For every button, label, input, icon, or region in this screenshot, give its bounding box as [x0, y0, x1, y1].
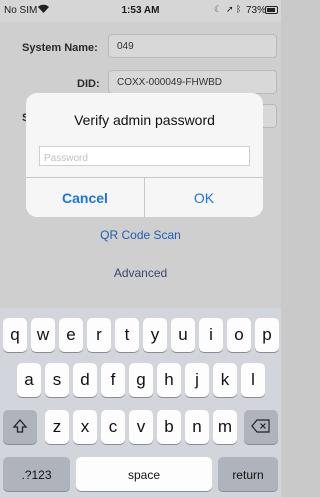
key-i[interactable]: i	[199, 318, 223, 352]
qr-code-scan-link[interactable]: QR Code Scan	[0, 228, 281, 242]
key-e[interactable]: e	[59, 318, 83, 352]
system-name-label: System Name:	[22, 42, 98, 54]
key-n[interactable]: n	[185, 410, 209, 444]
key-t[interactable]: t	[115, 318, 139, 352]
battery-icon	[265, 6, 278, 14]
key-l[interactable]: l	[241, 363, 265, 397]
alert-title: Verify admin password	[74, 112, 215, 128]
key-m[interactable]: m	[213, 410, 237, 444]
key-j[interactable]: j	[185, 363, 209, 397]
key-v[interactable]: v	[129, 410, 153, 444]
key-w[interactable]: w	[31, 318, 55, 352]
key-a[interactable]: a	[17, 363, 41, 397]
space-key[interactable]: space	[76, 457, 212, 491]
key-b[interactable]: b	[157, 410, 181, 444]
cancel-button[interactable]: Cancel	[26, 178, 144, 217]
verify-password-alert: Verify admin password Cancel OK	[26, 93, 263, 217]
did-field[interactable]: COXX-000049-FHWBD	[108, 70, 277, 94]
delete-icon	[251, 419, 270, 433]
key-k[interactable]: k	[213, 363, 237, 397]
key-q[interactable]: q	[3, 318, 27, 352]
return-key[interactable]: return	[218, 457, 278, 491]
key-z[interactable]: z	[45, 410, 69, 444]
key-f[interactable]: f	[101, 363, 125, 397]
key-g[interactable]: g	[129, 363, 153, 397]
password-input[interactable]	[39, 146, 250, 166]
key-s[interactable]: s	[45, 363, 69, 397]
bluetooth-icon: ᛒ	[236, 4, 242, 14]
delete-key[interactable]	[244, 410, 278, 444]
key-c[interactable]: c	[101, 410, 125, 444]
key-p[interactable]: p	[255, 318, 279, 352]
system-name-field[interactable]: 049	[108, 34, 277, 58]
key-h[interactable]: h	[157, 363, 181, 397]
shift-icon	[12, 419, 28, 433]
location-arrow-icon: ➚	[226, 4, 234, 14]
status-bar: No SIM 1:53 AM ☾ ➚ ᛒ 73%	[0, 0, 281, 22]
battery-percent: 73%	[246, 5, 267, 16]
key-r[interactable]: r	[87, 318, 111, 352]
key-y[interactable]: y	[143, 318, 167, 352]
key-x[interactable]: x	[73, 410, 97, 444]
keyboard: q w e r t y u i o p a s d f g h j k l z …	[0, 308, 281, 497]
advanced-link[interactable]: Advanced	[0, 266, 281, 280]
key-d[interactable]: d	[73, 363, 97, 397]
key-o[interactable]: o	[227, 318, 251, 352]
ok-button[interactable]: OK	[145, 178, 263, 217]
numbers-key[interactable]: .?123	[3, 457, 70, 491]
shift-key[interactable]	[3, 410, 37, 444]
key-u[interactable]: u	[171, 318, 195, 352]
did-label: DID:	[77, 78, 100, 90]
moon-icon: ☾	[214, 4, 223, 14]
